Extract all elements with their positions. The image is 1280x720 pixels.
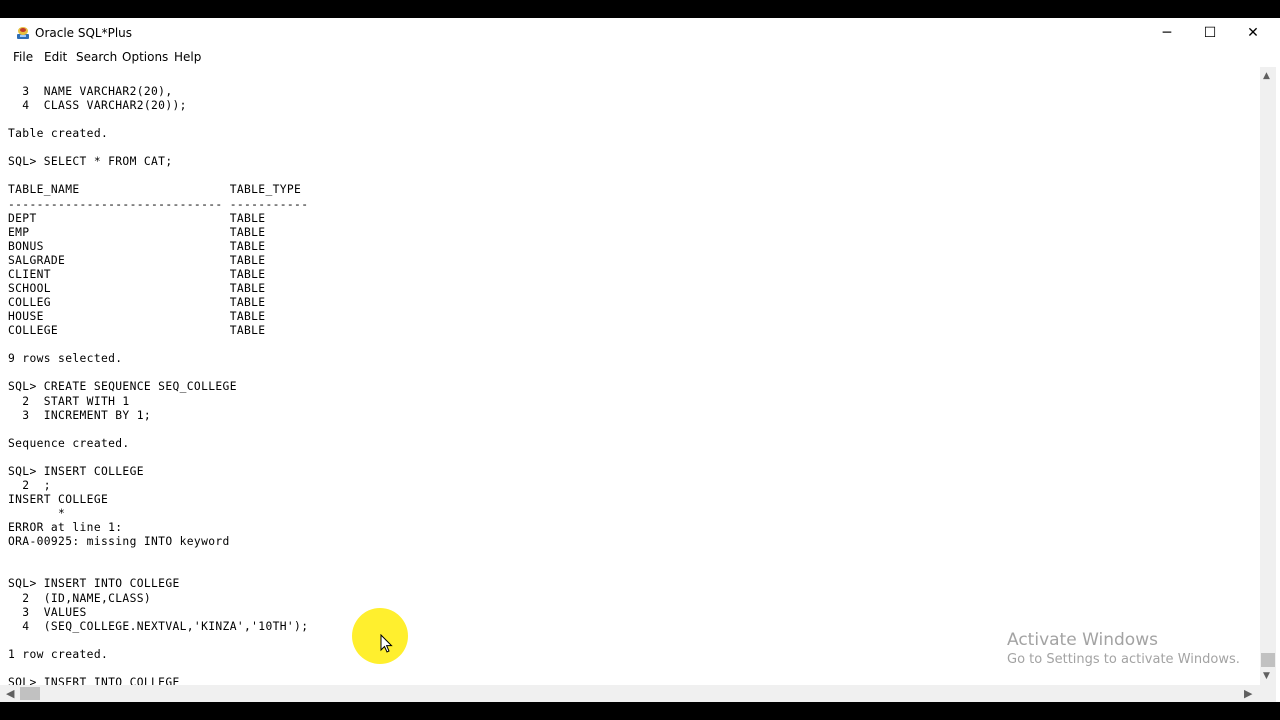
console-line: 4 (SEQ_COLLEGE.NEXTVAL,'KINZA','10TH'); (8, 619, 309, 633)
console-line: ORA-00925: missing INTO keyword (8, 535, 230, 549)
console-line: COLLEGE TABLE (8, 324, 266, 338)
title-bar[interactable]: Oracle SQL*Plus ─ ☐ ✕ (0, 18, 1280, 48)
console-line: SQL> INSERT INTO COLLEGE (8, 675, 180, 685)
maximize-button[interactable]: ☐ (1188, 18, 1232, 48)
console-line: INSERT COLLEGE (8, 493, 109, 507)
menu-help[interactable]: Help (174, 50, 201, 64)
console-line: 2 ; (8, 478, 51, 492)
console-line: DEPT TABLE (8, 211, 266, 225)
console-line: 1 row created. (8, 647, 109, 661)
menu-search[interactable]: Search (76, 50, 117, 64)
console-line: TABLE_NAME TABLE_TYPE (8, 183, 302, 197)
console-line: SQL> INSERT INTO COLLEGE (8, 577, 180, 591)
console-line: 3 VALUES (8, 605, 87, 619)
mouse-pointer-icon (380, 634, 393, 653)
menu-file[interactable]: File (13, 50, 33, 64)
console-line: COLLEG TABLE (8, 296, 266, 310)
vertical-scrollbar[interactable]: ▲ ▼ (1260, 67, 1276, 685)
minimize-button[interactable]: ─ (1145, 18, 1189, 48)
scroll-up-icon[interactable]: ▲ (1263, 71, 1270, 81)
sqlplus-window: Oracle SQL*Plus ─ ☐ ✕ File Edit Search O… (0, 18, 1280, 702)
console-line: 3 INCREMENT BY 1; (8, 408, 152, 422)
activate-windows-watermark: Activate Windows Go to Settings to activ… (1007, 630, 1240, 670)
close-icon: ✕ (1247, 25, 1259, 41)
vertical-scroll-thumb[interactable] (1261, 653, 1275, 667)
console-line: SCHOOL TABLE (8, 281, 266, 295)
console-line: SQL> INSERT COLLEGE (8, 464, 144, 478)
console-line: 2 (ID,NAME,CLASS) (8, 591, 152, 605)
console-line: CLIENT TABLE (8, 267, 266, 281)
console-line: 2 START WITH 1 (8, 394, 130, 408)
console-line: ------------------------------ ---------… (8, 197, 309, 211)
console-line: EMP TABLE (8, 225, 266, 239)
console-line: SQL> SELECT * FROM CAT; (8, 155, 173, 169)
window-title: Oracle SQL*Plus (35, 26, 133, 40)
menu-edit[interactable]: Edit (44, 50, 67, 64)
horizontal-scroll-thumb[interactable] (20, 687, 40, 700)
console-output[interactable]: 3 NAME VARCHAR2(20), 4 CLASS VARCHAR2(20… (0, 67, 1260, 685)
watermark-title: Activate Windows (1007, 630, 1158, 650)
console-line: ERROR at line 1: (8, 521, 123, 535)
console-line: 9 rows selected. (8, 352, 123, 366)
minimize-icon: ─ (1162, 25, 1172, 41)
console-line: * (8, 507, 66, 521)
console-line: HOUSE TABLE (8, 310, 266, 324)
menu-bar: File Edit Search Options Help (0, 48, 1280, 66)
console-line: SALGRADE TABLE (8, 253, 266, 267)
scrollbar-corner (1260, 685, 1276, 702)
console-line: 3 NAME VARCHAR2(20), (8, 85, 173, 98)
console-line: Table created. (8, 127, 109, 141)
console-line: SQL> CREATE SEQUENCE SEQ_COLLEGE (8, 380, 237, 394)
maximize-icon: ☐ (1203, 25, 1217, 41)
watermark-subtitle: Go to Settings to activate Windows. (1007, 652, 1240, 667)
scroll-right-icon[interactable]: ▶ (1244, 687, 1252, 700)
close-button[interactable]: ✕ (1231, 18, 1275, 48)
horizontal-scrollbar[interactable]: ◀ ▶ (0, 685, 1260, 702)
console-line: 4 CLASS VARCHAR2(20)); (8, 99, 187, 113)
oracle-sqlplus-icon (17, 27, 29, 39)
scroll-down-icon[interactable]: ▼ (1263, 671, 1270, 681)
console-line: Sequence created. (8, 436, 130, 450)
scroll-left-icon[interactable]: ◀ (6, 687, 14, 700)
console-line: BONUS TABLE (8, 239, 266, 253)
menu-options[interactable]: Options (122, 50, 168, 64)
